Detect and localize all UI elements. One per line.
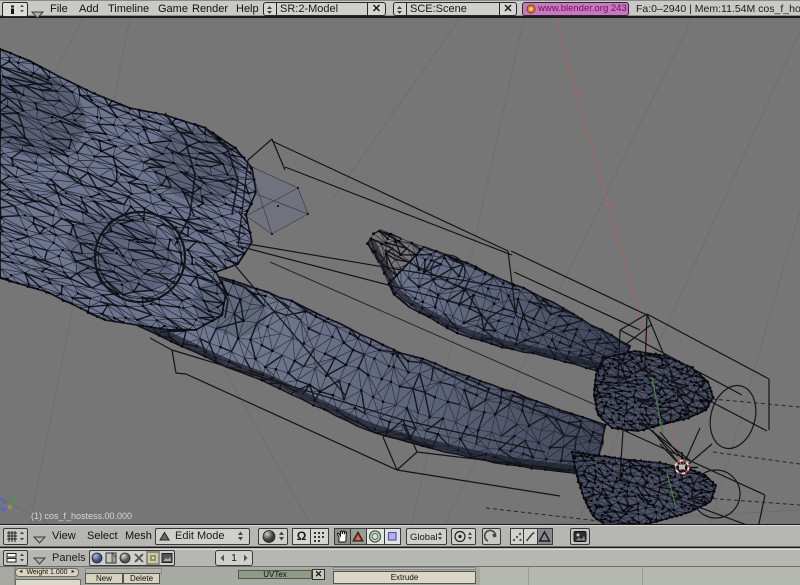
- svg-text:(1) cos_f_hostess.00.000: (1) cos_f_hostess.00.000: [31, 511, 132, 521]
